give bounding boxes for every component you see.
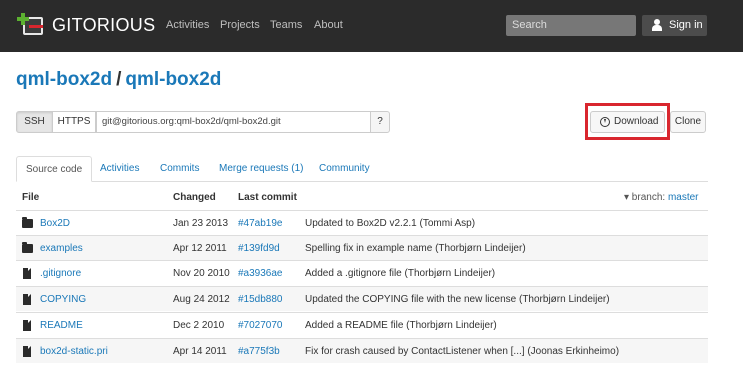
changed-date: Aug 24 2012 (173, 294, 230, 305)
folder-icon (22, 217, 33, 228)
page-title: qml-box2d / qml-box2d (16, 69, 221, 91)
table-row: README Dec 2 2010 #7027070 Added a READM… (16, 312, 708, 337)
file-icon (23, 268, 31, 279)
commit-hash-link[interactable]: #15db880 (238, 294, 283, 306)
sign-in-button[interactable]: Sign in (642, 15, 707, 36)
repository-link[interactable]: qml-box2d (125, 69, 221, 90)
commit-message: Updated to Box2D v2.2.1 (Tommi Asp) (305, 218, 476, 229)
tab-source-code[interactable]: Source code (16, 156, 93, 182)
commit-message: Updated the COPYING file with the new li… (305, 294, 610, 305)
file-name-link[interactable]: .gitignore (40, 268, 81, 280)
nav-link-projects[interactable]: Projects (220, 19, 260, 32)
branch-selector[interactable]: ▾ branch: master (624, 192, 699, 204)
table-row: Box2D Jan 23 2013 #47ab19e Updated to Bo… (16, 210, 708, 235)
column-header-changed: Changed (173, 192, 216, 203)
tab-activities[interactable]: Activities (91, 156, 148, 182)
file-name-link[interactable]: README (40, 320, 83, 332)
ssh-toggle-button[interactable]: SSH (16, 111, 53, 133)
commit-message: Added a README file (Thorbjørn Lindeijer… (305, 320, 497, 331)
nav-link-about[interactable]: About (314, 19, 343, 32)
changed-date: Apr 14 2011 (173, 346, 227, 357)
file-name-link[interactable]: examples (40, 243, 83, 255)
changed-date: Apr 12 2011 (173, 243, 227, 254)
file-icon (23, 346, 31, 357)
download-button[interactable]: Download (590, 111, 665, 133)
commit-hash-link[interactable]: #139fd9d (238, 243, 280, 255)
title-separator: / (116, 69, 122, 90)
changed-date: Dec 2 2010 (173, 320, 225, 331)
table-row: examples Apr 12 2011 #139fd9d Spelling f… (16, 235, 708, 260)
folder-icon (22, 242, 33, 253)
commit-message: Fix for crash caused by ContactListener … (305, 346, 620, 357)
changed-date: Nov 20 2010 (173, 268, 230, 279)
commit-hash-link[interactable]: #a775f3b (238, 346, 280, 358)
table-row: .gitignore Nov 20 2010 #a3936ae Added a … (16, 260, 708, 285)
commit-hash-link[interactable]: #47ab19e (238, 218, 283, 230)
nav-link-activities[interactable]: Activities (166, 19, 209, 32)
gitorious-logo-icon[interactable] (17, 13, 47, 37)
table-row: box2d-static.pri Apr 14 2011 #a775f3b Fi… (16, 338, 708, 363)
tab-commits[interactable]: Commits (151, 156, 208, 182)
file-name-link[interactable]: COPYING (40, 294, 86, 306)
brand-name[interactable]: GITORIOUS (52, 15, 155, 35)
clone-url-field[interactable]: git@gitorious.org:qml-box2d/qml-box2d.gi… (96, 111, 371, 133)
file-name-link[interactable]: Box2D (40, 218, 70, 230)
commit-hash-link[interactable]: #7027070 (238, 320, 283, 332)
commit-message: Spelling fix in example name (Thorbjørn … (305, 243, 526, 254)
project-link[interactable]: qml-box2d (16, 69, 112, 90)
column-header-last-commit: Last commit (238, 192, 297, 203)
file-icon (23, 320, 31, 331)
sign-in-label: Sign in (669, 19, 703, 31)
column-header-file: File (22, 192, 40, 203)
table-row: COPYING Aug 24 2012 #15db880 Updated the… (16, 286, 708, 311)
branch-prefix: ▾ branch: (624, 192, 666, 203)
download-icon (600, 117, 610, 127)
file-name-link[interactable]: box2d-static.pri (40, 346, 108, 358)
user-icon (652, 19, 662, 31)
nav-link-teams[interactable]: Teams (270, 19, 302, 32)
commit-hash-link[interactable]: #a3936ae (238, 268, 283, 280)
top-navbar: GITORIOUS Activities Projects Teams Abou… (0, 0, 743, 52)
clone-help-button[interactable]: ? (370, 111, 390, 133)
commit-message: Added a .gitignore file (Thorbjørn Linde… (305, 268, 496, 279)
changed-date: Jan 23 2013 (173, 218, 229, 229)
file-icon (23, 294, 31, 305)
branch-name[interactable]: master (668, 192, 699, 203)
download-label: Download (614, 116, 659, 127)
clone-button[interactable]: Clone (670, 111, 706, 133)
tab-community[interactable]: Community (310, 156, 379, 182)
https-toggle-button[interactable]: HTTPS (52, 111, 96, 133)
tab-merge-requests[interactable]: Merge requests (1) (210, 156, 312, 182)
search-input[interactable]: Search (506, 15, 636, 36)
